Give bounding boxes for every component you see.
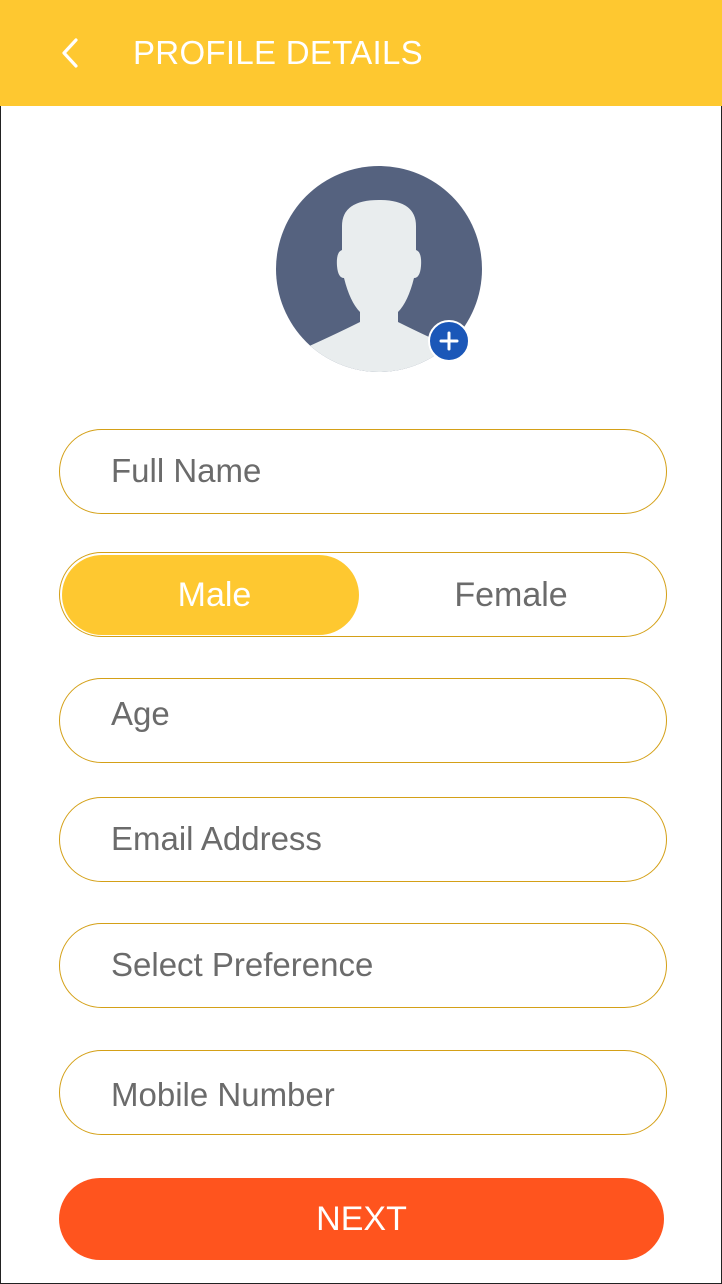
add-photo-button[interactable] bbox=[428, 320, 470, 362]
page-title: PROFILE DETAILS bbox=[133, 34, 423, 71]
next-button[interactable]: NEXT bbox=[59, 1178, 664, 1260]
back-button[interactable] bbox=[52, 28, 92, 78]
gender-toggle[interactable]: Male Female bbox=[59, 552, 667, 637]
email-field[interactable]: Email Address bbox=[59, 797, 667, 882]
gender-female-label: Female bbox=[454, 576, 568, 614]
age-placeholder: Age bbox=[111, 695, 170, 732]
gender-male-label: Male bbox=[177, 576, 252, 614]
app-header: PROFILE DETAILS bbox=[0, 0, 722, 106]
chevron-left-icon bbox=[62, 38, 78, 68]
email-placeholder: Email Address bbox=[111, 820, 322, 857]
gender-female-option[interactable]: Female bbox=[362, 555, 664, 635]
age-field[interactable]: Age bbox=[59, 678, 667, 763]
plus-icon bbox=[439, 331, 459, 351]
full-name-placeholder: Full Name bbox=[111, 452, 262, 489]
next-button-label: NEXT bbox=[316, 1200, 407, 1238]
preference-placeholder: Select Preference bbox=[111, 946, 374, 983]
mobile-placeholder: Mobile Number bbox=[111, 1076, 335, 1113]
full-name-field[interactable]: Full Name bbox=[59, 429, 667, 514]
preference-select[interactable]: Select Preference bbox=[59, 923, 667, 1008]
gender-male-option[interactable]: Male bbox=[62, 555, 359, 635]
mobile-number-field[interactable]: Mobile Number bbox=[59, 1050, 667, 1135]
